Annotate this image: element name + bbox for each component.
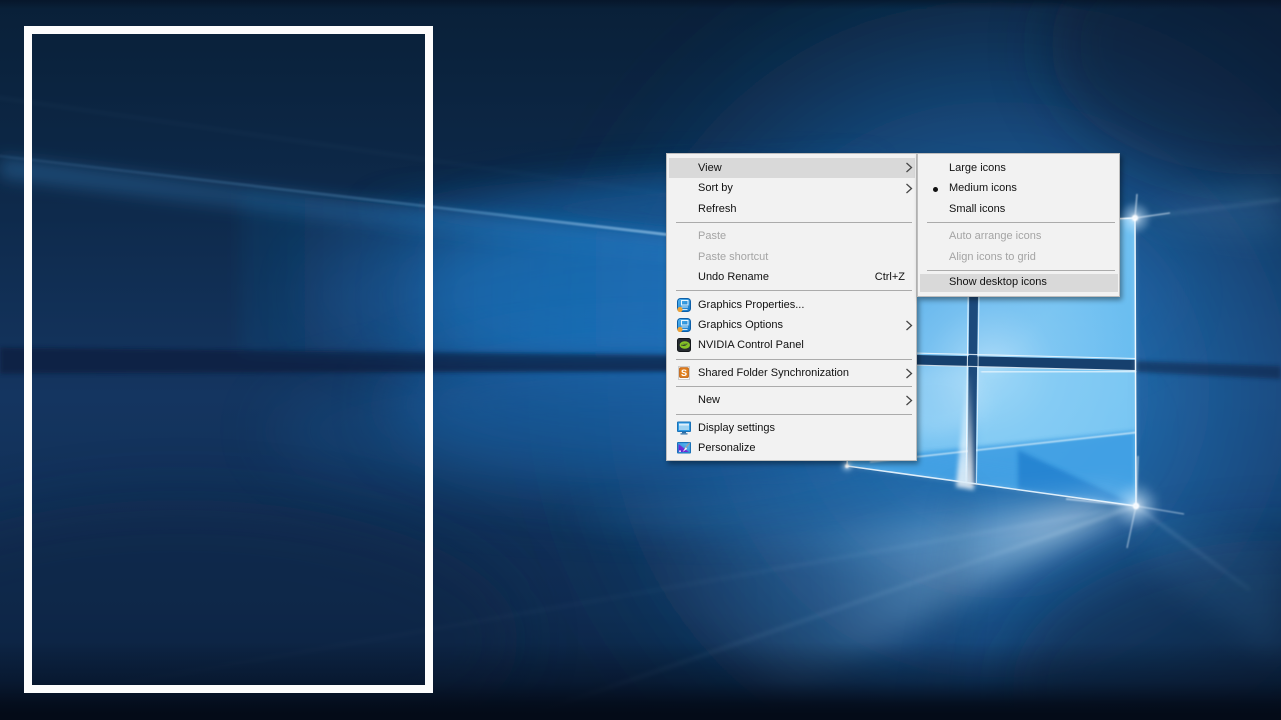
svg-text:S: S [681,368,687,378]
